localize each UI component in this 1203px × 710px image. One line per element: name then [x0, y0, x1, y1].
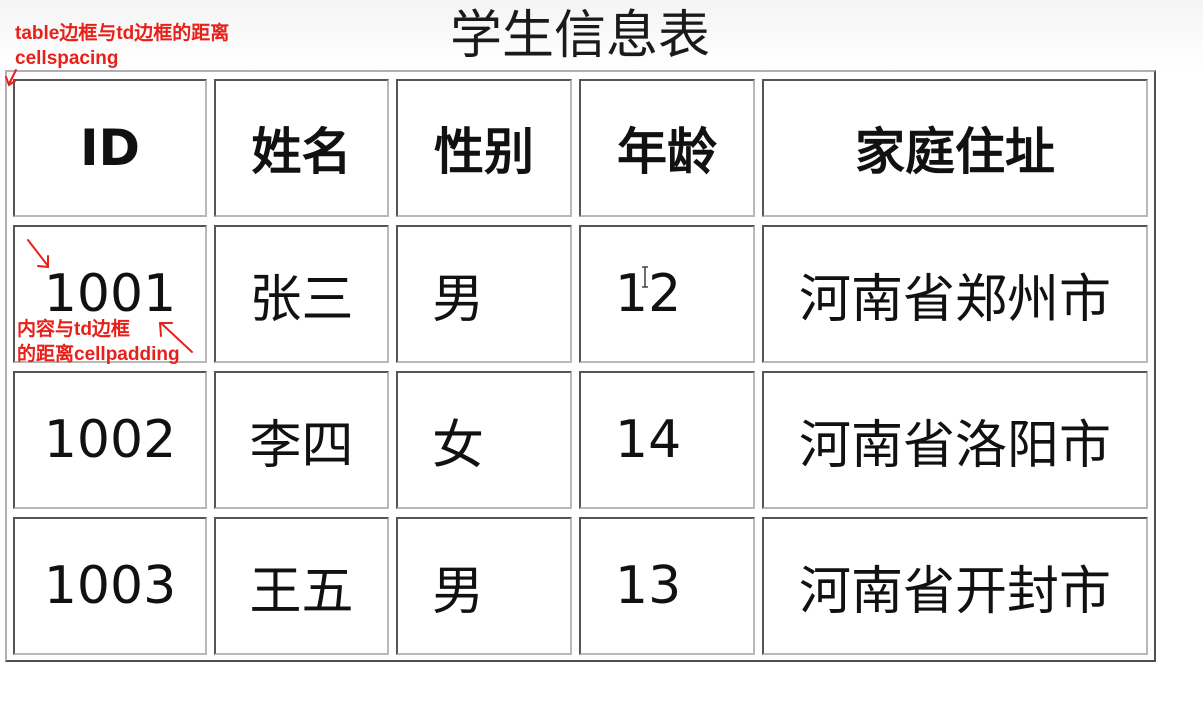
arrow-cellpadding-b-icon	[158, 322, 193, 353]
arrow-cellspacing-icon	[5, 69, 17, 87]
arrow-cellpadding-a-icon	[27, 239, 49, 269]
annotation-arrows	[5, 69, 193, 353]
text-cursor-icon	[642, 266, 648, 288]
